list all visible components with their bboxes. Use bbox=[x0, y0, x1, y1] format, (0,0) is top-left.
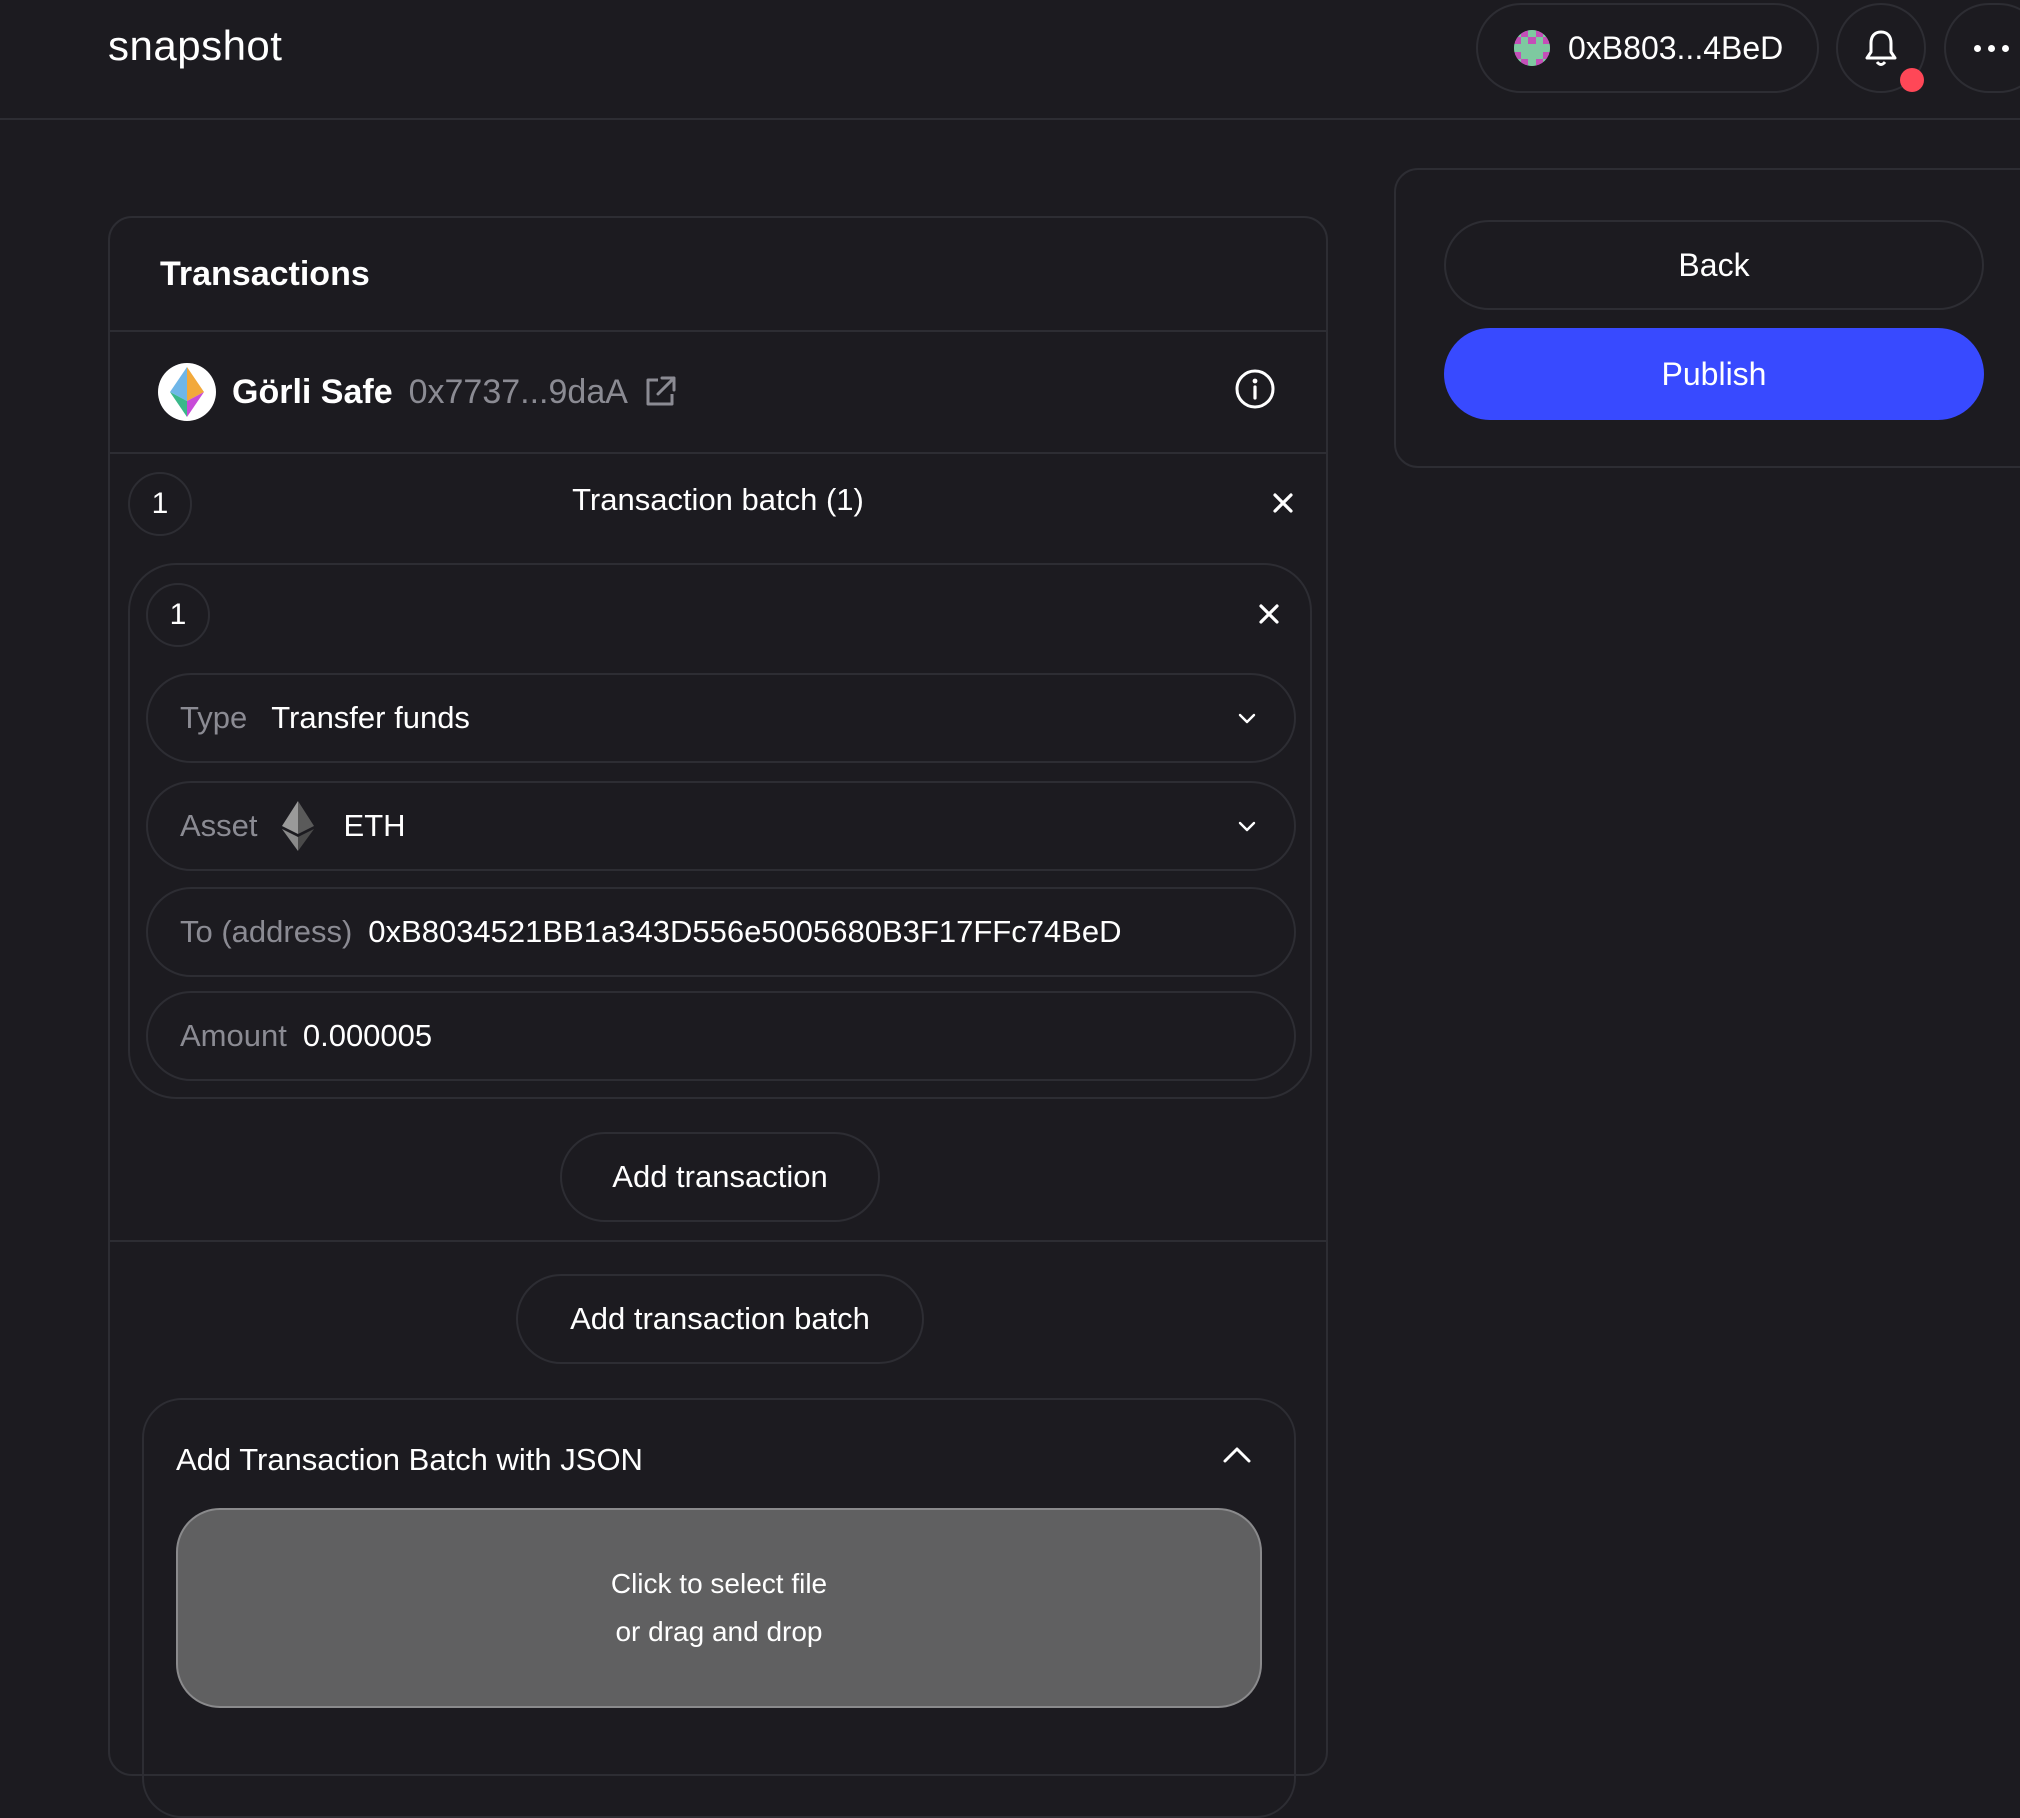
chevron-down-icon bbox=[1238, 821, 1256, 832]
transaction-batch-header: 1 Transaction batch (1) bbox=[110, 454, 1326, 564]
remove-batch-close-icon[interactable] bbox=[1272, 492, 1294, 514]
remove-transaction-close-icon[interactable] bbox=[1258, 603, 1280, 625]
safe-address[interactable]: 0x7737...9daA bbox=[409, 373, 628, 412]
json-batch-section: Add Transaction Batch with JSON Click to… bbox=[142, 1398, 1296, 1818]
type-value: Transfer funds bbox=[271, 700, 470, 735]
asset-label: Asset bbox=[180, 808, 258, 843]
to-address-value: 0xB8034521BB1a343D556e5005680B3F17FFc74B… bbox=[368, 914, 1122, 949]
notification-dot bbox=[1900, 68, 1924, 92]
ethereum-logo-icon bbox=[158, 363, 216, 421]
to-address-input[interactable]: To (address) 0xB8034521BB1a343D556e50056… bbox=[146, 887, 1296, 977]
external-link-icon[interactable] bbox=[642, 374, 678, 410]
chevron-down-icon bbox=[1238, 713, 1256, 724]
divider bbox=[110, 1240, 1326, 1242]
info-icon[interactable] bbox=[1234, 368, 1276, 410]
to-address-label: To (address) bbox=[180, 914, 353, 949]
safe-name: Görli Safe bbox=[232, 372, 393, 411]
action-card: Back Publish bbox=[1394, 168, 2020, 468]
dropzone-line-1: Click to select file bbox=[610, 1568, 828, 1599]
account-button[interactable]: 0xB803...4BeD bbox=[1476, 3, 1819, 93]
brand-logo[interactable]: snapshot bbox=[108, 22, 282, 70]
chevron-up-icon[interactable] bbox=[1220, 1438, 1254, 1472]
amount-input[interactable]: Amount 0.000005 bbox=[146, 991, 1296, 1081]
amount-value: 0.000005 bbox=[302, 1018, 433, 1053]
asset-select[interactable]: Asset ETH bbox=[146, 781, 1296, 871]
more-menu-button[interactable] bbox=[1944, 3, 2020, 93]
safe-row: Görli Safe 0x7737...9daA bbox=[110, 332, 1326, 454]
json-file-dropzone[interactable]: Click to select file or drag and drop bbox=[176, 1508, 1262, 1708]
json-section-title[interactable]: Add Transaction Batch with JSON bbox=[176, 1442, 643, 1478]
asset-value: ETH bbox=[343, 808, 406, 843]
more-icon bbox=[1974, 39, 2016, 57]
amount-label: Amount bbox=[180, 1018, 287, 1053]
transaction-number: 1 bbox=[146, 583, 210, 647]
bell-icon bbox=[1865, 30, 1897, 66]
top-bar: snapshot 0xB803...4BeD bbox=[0, 0, 2020, 120]
account-address: 0xB803...4BeD bbox=[1568, 29, 1784, 66]
back-button[interactable]: Back bbox=[1444, 220, 1984, 310]
add-transaction-batch-button[interactable]: Add transaction batch bbox=[516, 1274, 924, 1364]
add-transaction-button[interactable]: Add transaction bbox=[560, 1132, 880, 1222]
eth-token-icon bbox=[281, 801, 314, 851]
transaction-card: 1 Type Transfer funds Asset ETH To (addr… bbox=[128, 563, 1312, 1099]
type-label: Type bbox=[180, 700, 248, 735]
dropzone-line-2: or drag and drop bbox=[615, 1616, 823, 1647]
transactions-panel: Transactions Görli Safe 0x7737...9daA 1 … bbox=[108, 216, 1328, 1818]
publish-button[interactable]: Publish bbox=[1444, 328, 1984, 420]
avatar bbox=[1514, 30, 1550, 66]
type-select[interactable]: Type Transfer funds bbox=[146, 673, 1296, 763]
panel-title: Transactions bbox=[110, 218, 1326, 332]
batch-title: Transaction batch (1) bbox=[572, 482, 864, 517]
